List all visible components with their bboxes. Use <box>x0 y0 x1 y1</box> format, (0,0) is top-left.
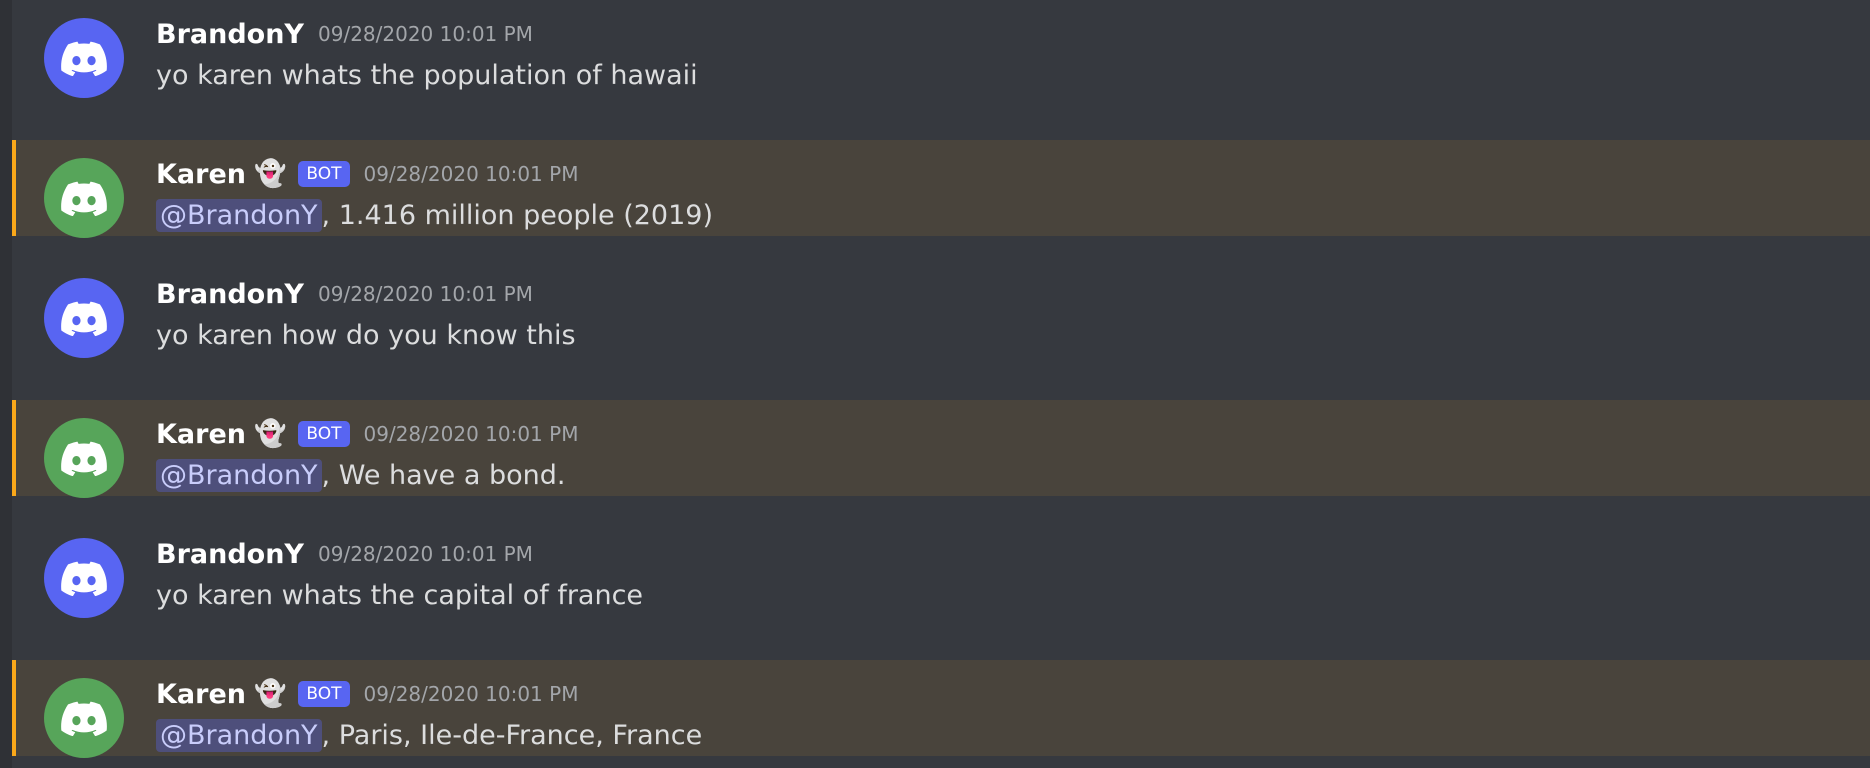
message-item[interactable]: BrandonY 09/28/2020 10:01 PM yo karen ho… <box>12 260 1870 358</box>
discord-logo-icon <box>61 561 107 596</box>
message-content: yo karen how do you know this <box>156 320 576 351</box>
timestamp: 09/28/2020 10:01 PM <box>363 682 579 706</box>
message-header: Karen 👻 BOT 09/28/2020 10:01 PM <box>156 156 578 192</box>
ghost-emoji-icon: 👻 <box>254 679 287 709</box>
message-header: BrandonY 09/28/2020 10:01 PM <box>156 536 533 572</box>
message-text: , We have a bond. <box>321 460 566 491</box>
message-text: , Paris, Ile-de-France, France <box>321 720 703 751</box>
username[interactable]: Karen <box>156 419 246 450</box>
user-mention[interactable]: @BrandonY <box>156 719 322 752</box>
chat-message-list: BrandonY 09/28/2020 10:01 PM yo karen wh… <box>0 0 1870 768</box>
username[interactable]: BrandonY <box>156 539 304 570</box>
timestamp: 09/28/2020 10:01 PM <box>363 162 579 186</box>
discord-logo-icon <box>61 441 107 476</box>
discord-logo-icon <box>61 181 107 216</box>
user-mention[interactable]: @BrandonY <box>156 459 322 492</box>
bot-badge: BOT <box>298 680 350 708</box>
avatar[interactable] <box>44 678 124 758</box>
message-text: yo karen whats the population of hawaii <box>156 60 698 91</box>
avatar[interactable] <box>44 278 124 358</box>
avatar[interactable] <box>44 18 124 98</box>
discord-logo-icon <box>61 301 107 336</box>
message-header: BrandonY 09/28/2020 10:01 PM <box>156 16 533 52</box>
message-header: Karen 👻 BOT 09/28/2020 10:01 PM <box>156 676 578 712</box>
message-item[interactable]: BrandonY 09/28/2020 10:01 PM yo karen wh… <box>12 520 1870 618</box>
message-text: , 1.416 million people (2019) <box>321 200 713 231</box>
message-content: yo karen whats the capital of france <box>156 580 643 611</box>
avatar[interactable] <box>44 158 124 238</box>
message-header: BrandonY 09/28/2020 10:01 PM <box>156 276 533 312</box>
timestamp: 09/28/2020 10:01 PM <box>318 22 533 46</box>
username[interactable]: BrandonY <box>156 279 304 310</box>
timestamp: 09/28/2020 10:01 PM <box>363 422 579 446</box>
left-divider <box>0 0 12 768</box>
message-text: yo karen how do you know this <box>156 320 576 351</box>
message-content: @BrandonY, We have a bond. <box>156 459 566 492</box>
message-header: Karen 👻 BOT 09/28/2020 10:01 PM <box>156 416 578 452</box>
username[interactable]: Karen <box>156 159 246 190</box>
message-item[interactable]: Karen 👻 BOT 09/28/2020 10:01 PM @Brandon… <box>12 660 1870 758</box>
message-content: yo karen whats the population of hawaii <box>156 60 698 91</box>
ghost-emoji-icon: 👻 <box>254 159 287 189</box>
message-item[interactable]: BrandonY 09/28/2020 10:01 PM yo karen wh… <box>12 0 1870 98</box>
message-text: yo karen whats the capital of france <box>156 580 644 611</box>
user-mention[interactable]: @BrandonY <box>156 199 322 232</box>
bot-badge: BOT <box>298 420 350 448</box>
timestamp: 09/28/2020 10:01 PM <box>318 542 533 566</box>
message-content: @BrandonY, 1.416 million people (2019) <box>156 199 713 232</box>
message-content: @BrandonY, Paris, Ile-de-France, France <box>156 719 703 752</box>
message-item[interactable]: Karen 👻 BOT 09/28/2020 10:01 PM @Brandon… <box>12 140 1870 238</box>
discord-logo-icon <box>61 701 107 736</box>
username[interactable]: BrandonY <box>156 19 304 50</box>
discord-logo-icon <box>61 41 107 76</box>
message-item[interactable]: Karen 👻 BOT 09/28/2020 10:01 PM @Brandon… <box>12 400 1870 498</box>
ghost-emoji-icon: 👻 <box>254 419 287 449</box>
bot-badge: BOT <box>298 160 350 188</box>
timestamp: 09/28/2020 10:01 PM <box>318 282 533 306</box>
avatar[interactable] <box>44 538 124 618</box>
username[interactable]: Karen <box>156 679 246 710</box>
avatar[interactable] <box>44 418 124 498</box>
